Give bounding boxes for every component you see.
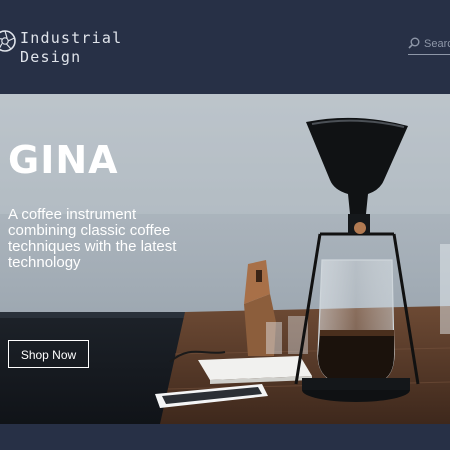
aperture-logo-icon[interactable] (0, 30, 16, 52)
brand-line-1: Industrial (20, 29, 123, 47)
hero-description: A coffee instrument combining classic co… (8, 206, 177, 271)
hero-banner: GINA A coffee instrument combining class… (0, 94, 450, 424)
brand-line-2: Design (20, 48, 82, 66)
search-icon[interactable] (408, 37, 420, 49)
shop-now-button[interactable]: Shop Now (8, 340, 89, 368)
hero-title: GINA (8, 138, 119, 182)
search-box[interactable] (408, 36, 450, 55)
search-input[interactable] (424, 36, 450, 52)
footer-band (0, 424, 450, 450)
brand-name[interactable]: Industrial Design (20, 29, 122, 67)
site-header: Industrial Design (0, 0, 450, 94)
